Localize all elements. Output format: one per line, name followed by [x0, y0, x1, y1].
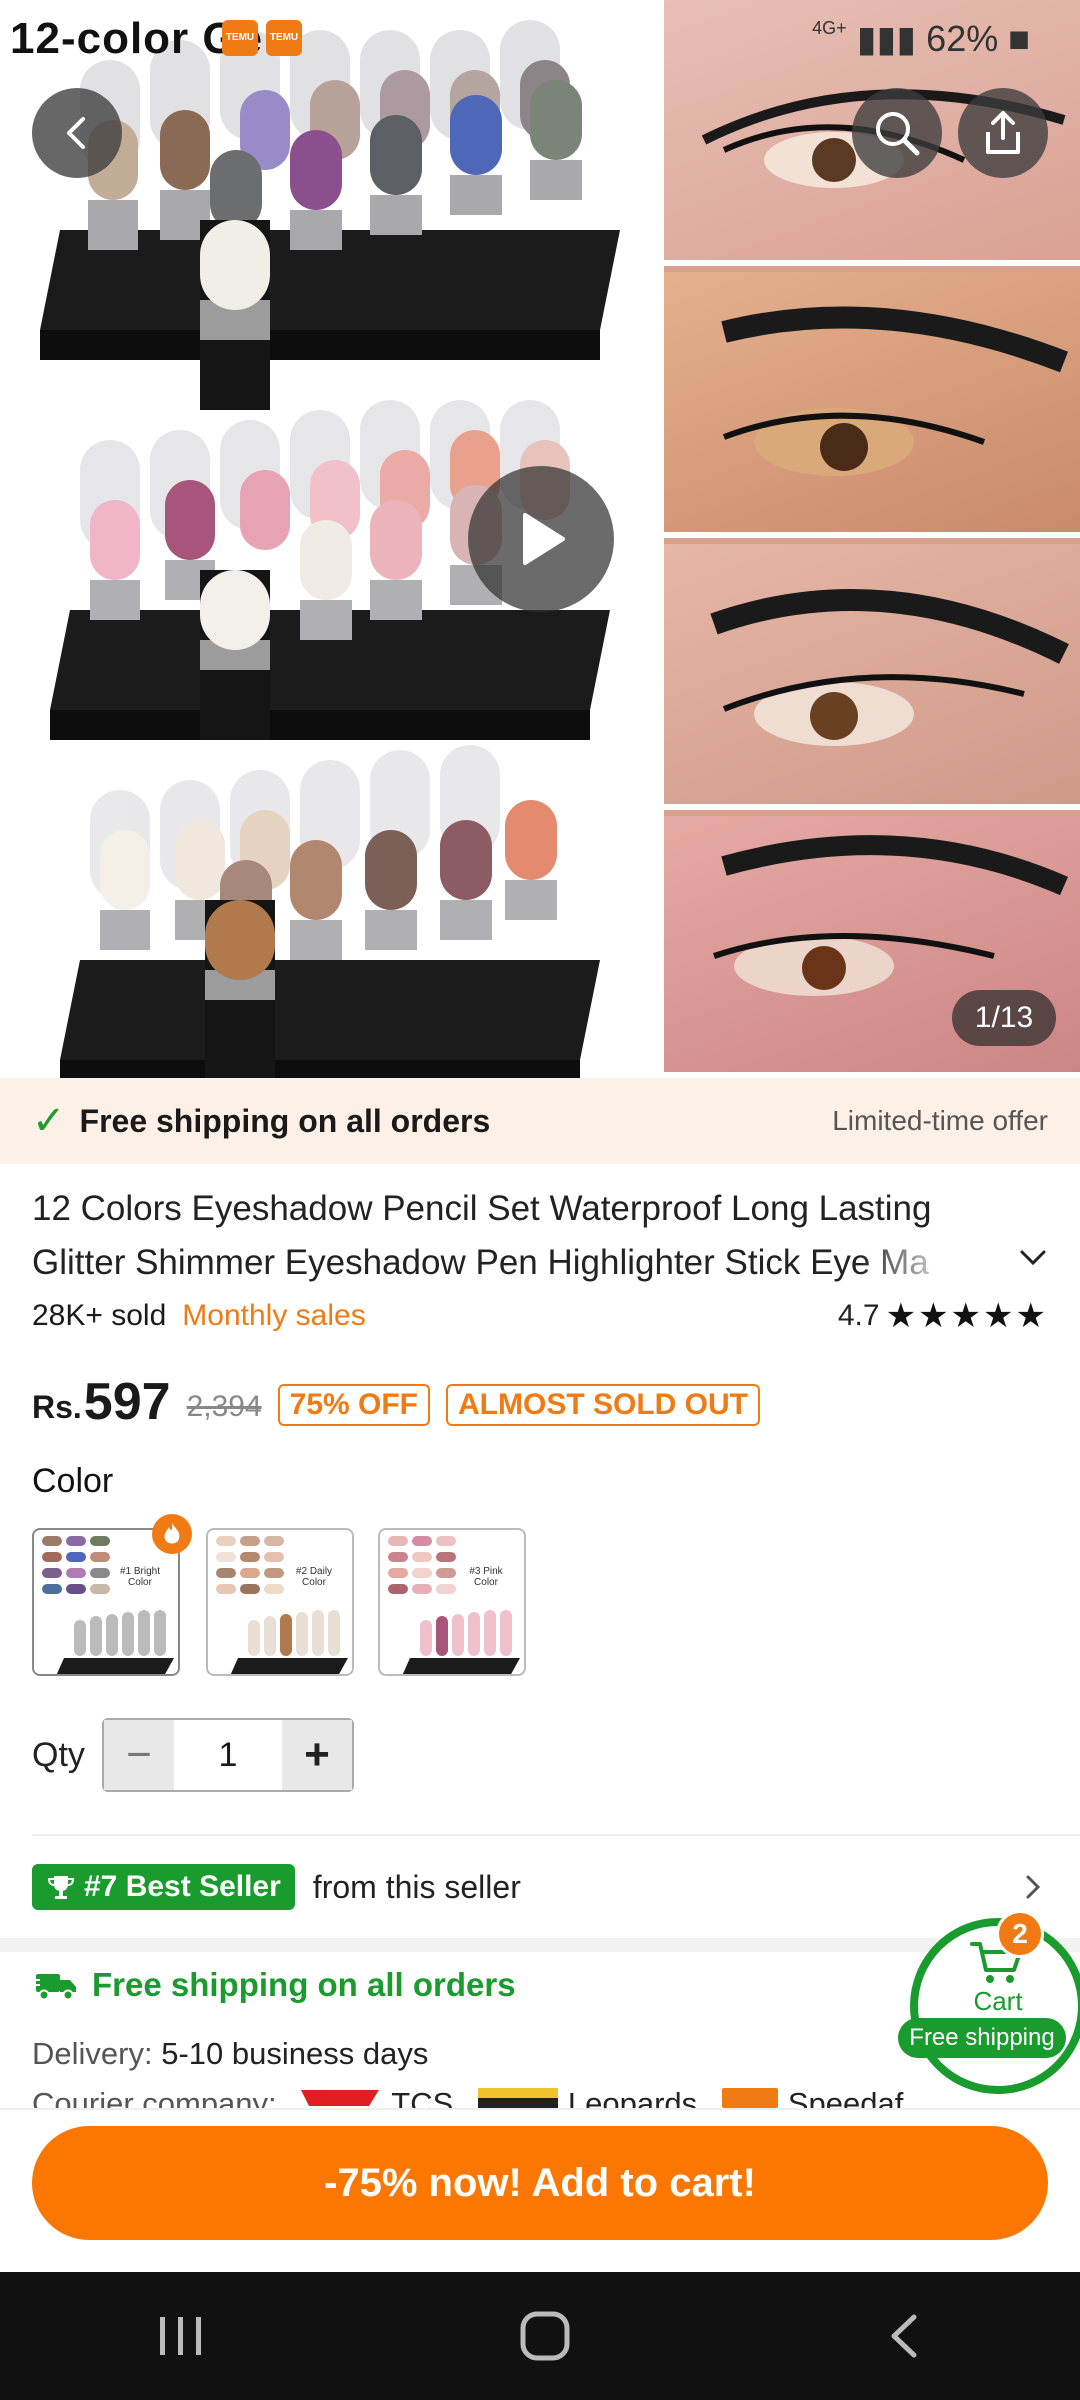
battery-icon: ■ — [1008, 18, 1030, 59]
sold-count: 28K+ sold — [32, 1299, 167, 1332]
image-counter: 1/13 — [952, 990, 1056, 1046]
discount-badge: 75% OFF — [277, 1384, 431, 1426]
delivery-time: Delivery: 5-10 business days — [32, 2036, 428, 2072]
price-row: Rs. 597 2,394 75% OFF ALMOST SOLD OUT — [32, 1362, 760, 1432]
color-label: Color — [32, 1462, 114, 1500]
courier-name: Leopards — [567, 2086, 698, 2108]
best-seller-badge: #7 Best Seller — [32, 1864, 295, 1910]
swatch-tag: #2 Daily Color — [295, 1566, 333, 1588]
courier-name: Speedaf — [787, 2086, 904, 2108]
free-shipping-banner[interactable]: ✓ Free shipping on all orders Limited-ti… — [0, 1078, 1080, 1164]
qty-increase-button[interactable]: + — [282, 1720, 352, 1790]
cart-label: Cart — [973, 1986, 1023, 2016]
swatch-tag: #1 Bright Color — [119, 1566, 161, 1588]
status-bar-right: 4G+ ▮▮▮ 62% ■ — [812, 18, 1030, 60]
courier-label: Courier company: — [32, 2086, 277, 2108]
temu-notification-icon: TEMU — [266, 20, 302, 56]
system-back-icon[interactable] — [884, 2311, 924, 2361]
search-button[interactable] — [852, 88, 942, 178]
title-fade — [860, 1236, 1000, 1290]
best-seller-suffix: from this seller — [312, 1868, 521, 1905]
back-button[interactable] — [32, 88, 122, 178]
courier-name: TCS — [391, 2086, 454, 2108]
delivery-truck-icon — [32, 1974, 76, 2001]
swatch-thumbnail — [388, 1536, 520, 1674]
delivery-value: 5-10 business days — [161, 2036, 429, 2071]
check-icon: ✓ — [32, 1099, 66, 1143]
delivery-label: Delivery: — [32, 2036, 153, 2071]
share-icon — [986, 111, 1020, 154]
section-divider — [32, 1834, 1080, 1836]
search-icon — [876, 112, 920, 156]
swatch-thumbnail — [42, 1536, 174, 1674]
share-button[interactable] — [958, 88, 1048, 178]
play-video-button[interactable] — [468, 466, 614, 612]
courier-row: Courier company: TCS Leopards Speedaf — [32, 2086, 1080, 2108]
quantity-stepper: − 1 + — [102, 1718, 354, 1792]
best-seller-row[interactable]: #7 Best Seller from this seller — [32, 1862, 1048, 1912]
expand-title-chevron-icon[interactable] — [1016, 1240, 1050, 1274]
network-indicator: 4G+ — [812, 18, 847, 38]
rating[interactable]: 4.7 ★★★★★ — [838, 1296, 1048, 1336]
stock-badge: ALMOST SOLD OUT — [446, 1384, 760, 1426]
color-option-2[interactable]: #2 Daily Color — [206, 1528, 354, 1676]
play-icon — [523, 513, 565, 565]
speedaf-logo-icon — [721, 2088, 778, 2108]
home-icon[interactable] — [519, 2310, 571, 2362]
qty-decrease-button[interactable]: − — [104, 1720, 174, 1790]
back-icon — [67, 117, 85, 149]
limited-offer-text: Limited-time offer — [832, 1105, 1048, 1136]
swatch-tag: #3 Pink Color — [469, 1566, 503, 1588]
system-navigation-bar — [0, 2272, 1080, 2400]
product-title: 12 Colors Eyeshadow Pencil Set Waterproo… — [32, 1189, 932, 1282]
best-seller-text: #7 Best Seller — [84, 1870, 281, 1903]
qty-label: Qty — [32, 1736, 85, 1774]
color-option-3[interactable]: #3 Pink Color — [378, 1528, 526, 1676]
temu-notification-icon: TEMU — [222, 20, 258, 56]
rating-stars-icon: ★★★★★ — [885, 1297, 1048, 1335]
minus-icon: − — [126, 1730, 152, 1779]
shipping-info-row[interactable]: Free shipping on all orders — [32, 1966, 516, 2004]
signal-icon: ▮▮▮ — [856, 18, 917, 59]
plus-icon: + — [304, 1730, 330, 1779]
cart-free-shipping-label: Free shipping — [898, 2018, 1066, 2058]
swatch-thumbnail — [216, 1536, 348, 1674]
free-shipping-info-text: Free shipping on all orders — [92, 1966, 516, 2003]
current-price: 597 — [83, 1373, 171, 1431]
sales-rating-row: 28K+ sold Monthly sales 4.7 ★★★★★ — [32, 1294, 1048, 1338]
qty-value[interactable]: 1 — [174, 1720, 282, 1790]
floating-cart-button[interactable]: 2 Cart Free shipping — [898, 1910, 1080, 2094]
battery-level: 62% — [926, 18, 999, 59]
original-price: 2,394 — [186, 1390, 262, 1423]
product-image-gallery[interactable]: 12-color Ge TEMU TEMU 4G+ ▮▮▮ 62% ■ 1/13 — [0, 0, 1080, 1078]
trophy-icon — [47, 1876, 75, 1899]
eye-look-2 — [664, 272, 1080, 538]
monthly-sales-link[interactable]: Monthly sales — [182, 1299, 365, 1333]
recent-apps-icon[interactable] — [156, 2313, 206, 2359]
currency: Rs. — [32, 1389, 82, 1425]
hot-flame-icon — [152, 1514, 192, 1554]
chevron-right-icon — [1026, 1875, 1041, 1899]
rating-value: 4.7 — [837, 1299, 880, 1332]
color-option-1[interactable]: #1 Bright Color — [32, 1528, 180, 1676]
leopards-logo-icon — [477, 2088, 558, 2108]
add-to-cart-button[interactable]: -75% now! Add to cart! — [32, 2126, 1048, 2240]
tcs-logo-icon — [301, 2090, 380, 2106]
eye-look-3 — [664, 544, 1080, 810]
cart-count-badge: 2 — [996, 1910, 1044, 1958]
free-shipping-text: Free shipping on all orders — [79, 1102, 491, 1139]
